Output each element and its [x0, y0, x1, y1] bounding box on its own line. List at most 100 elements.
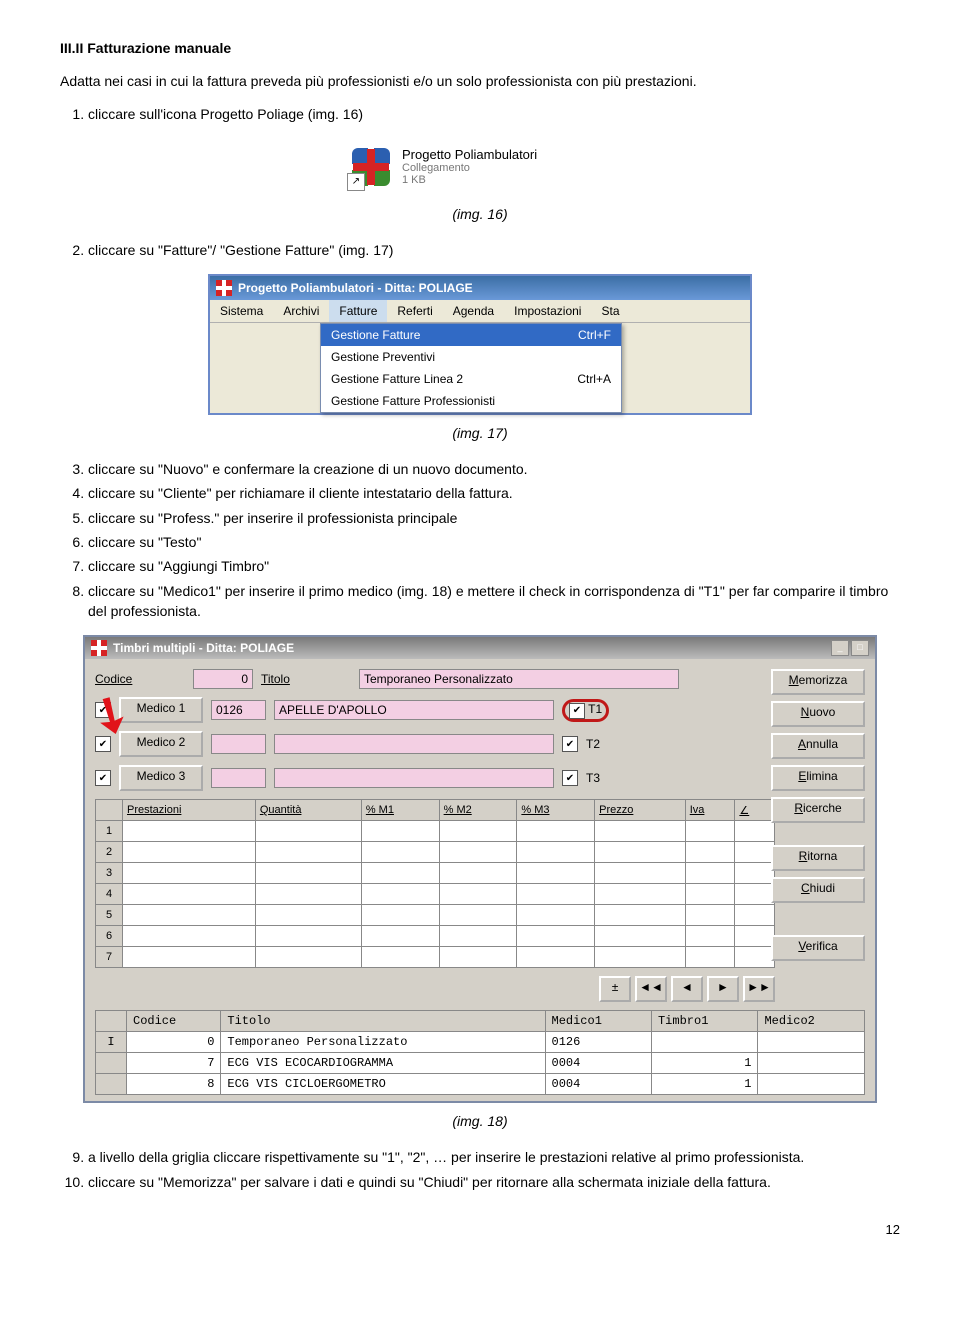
- col-angle[interactable]: ∠: [735, 800, 775, 821]
- nav-first[interactable]: ◄◄: [635, 976, 667, 1002]
- nuovo-button[interactable]: Nuovo: [771, 701, 865, 727]
- fatture-dropdown: Gestione Fatture Ctrl+F Gestione Prevent…: [320, 323, 622, 413]
- ricerche-button[interactable]: Ricerche: [771, 797, 865, 823]
- verifica-button[interactable]: Verifica: [771, 935, 865, 961]
- medico3-code-field[interactable]: [211, 768, 266, 788]
- grid-row-7[interactable]: 7: [96, 947, 123, 968]
- nav-next[interactable]: ►: [707, 976, 739, 1002]
- menu-fatture[interactable]: Fatture: [329, 300, 387, 322]
- dropdown-gestione-fatture-linea2[interactable]: Gestione Fatture Linea 2 Ctrl+A: [321, 368, 621, 390]
- timbri-window-title: Timbri multipli - Ditta: POLIAGE: [113, 641, 294, 655]
- medico2-code-field[interactable]: [211, 734, 266, 754]
- menu-sistema[interactable]: Sistema: [210, 300, 273, 322]
- shortcut-size: 1 KB: [402, 174, 537, 186]
- grid-row-5[interactable]: 5: [96, 905, 123, 926]
- maximize-button[interactable]: □: [851, 640, 869, 656]
- step-7: cliccare su "Aggiungi Timbro": [88, 556, 900, 576]
- medico3-button[interactable]: Medico 3: [119, 765, 203, 791]
- prestazioni-grid: Prestazioni Quantità % M1 % M2 % M3 Prez…: [95, 799, 865, 1002]
- medico1-code-field[interactable]: 0126: [211, 700, 266, 720]
- timbri-window: Timbri multipli - Ditta: POLIAGE _ □ ➘ M…: [83, 635, 877, 1103]
- step-8: cliccare su "Medico1" per inserire il pr…: [88, 581, 900, 622]
- bcol-timbro1[interactable]: Timbro1: [651, 1011, 757, 1032]
- medico3-checkbox[interactable]: ✔: [95, 770, 111, 786]
- step-3: cliccare su "Nuovo" e confermare la crea…: [88, 459, 900, 479]
- memorizza-button[interactable]: Memorizza: [771, 669, 865, 695]
- caption-18: (img. 18): [60, 1113, 900, 1129]
- titolo-field[interactable]: Temporaneo Personalizzato: [359, 669, 679, 689]
- app-icon: [91, 640, 107, 656]
- t3-checkbox[interactable]: ✔: [562, 770, 578, 786]
- medico3-name-field[interactable]: [274, 768, 554, 788]
- elimina-button[interactable]: Elimina: [771, 765, 865, 791]
- t3-label: T3: [586, 771, 600, 785]
- t1-checkbox[interactable]: ✔: [569, 703, 585, 719]
- dropdown-gestione-preventivi[interactable]: Gestione Preventivi: [321, 346, 621, 368]
- t2-label: T2: [586, 737, 600, 751]
- grid-row-1[interactable]: 1: [96, 821, 123, 842]
- medico2-name-field[interactable]: [274, 734, 554, 754]
- grid-row-4[interactable]: 4: [96, 884, 123, 905]
- bcol-medico1[interactable]: Medico1: [545, 1011, 651, 1032]
- step-6: cliccare su "Testo": [88, 532, 900, 552]
- nav-last[interactable]: ►►: [743, 976, 775, 1002]
- shortcut-name: Progetto Poliambulatori: [402, 147, 537, 162]
- bottom-list: Codice Titolo Medico1 Timbro1 Medico2 I …: [95, 1010, 865, 1095]
- grid-row-2[interactable]: 2: [96, 842, 123, 863]
- nav-plusminus[interactable]: ±: [599, 976, 631, 1002]
- window-title: Progetto Poliambulatori - Ditta: POLIAGE: [238, 281, 473, 295]
- page-number: 12: [60, 1222, 900, 1237]
- step-10: cliccare su "Memorizza" per salvare i da…: [88, 1172, 900, 1192]
- caption-16: (img. 16): [60, 206, 900, 222]
- t1-annotation-circle: ✔ T1: [562, 699, 609, 722]
- menu-archivi[interactable]: Archivi: [273, 300, 329, 322]
- bcol-codice[interactable]: Codice: [127, 1011, 221, 1032]
- col-prezzo[interactable]: Prezzo: [595, 800, 686, 821]
- menu-sta[interactable]: Sta: [591, 300, 629, 322]
- t2-checkbox[interactable]: ✔: [562, 736, 578, 752]
- step-5: cliccare su "Profess." per inserire il p…: [88, 508, 900, 528]
- shortcut-type: Collegamento: [402, 162, 537, 174]
- dropdown-gestione-fatture-professionisti[interactable]: Gestione Fatture Professionisti: [321, 390, 621, 412]
- medico2-button[interactable]: Medico 2: [119, 731, 203, 757]
- dropdown-gestione-fatture[interactable]: Gestione Fatture Ctrl+F: [321, 324, 621, 346]
- shortcut-arrow-icon: ↗: [347, 173, 365, 191]
- menu-figure: Progetto Poliambulatori - Ditta: POLIAGE…: [208, 274, 752, 415]
- app-icon: [216, 280, 232, 296]
- menu-referti[interactable]: Referti: [387, 300, 442, 322]
- col-m2[interactable]: % M2: [439, 800, 517, 821]
- nav-prev[interactable]: ◄: [671, 976, 703, 1002]
- menubar: Sistema Archivi Fatture Referti Agenda I…: [210, 300, 750, 323]
- grid-row-6[interactable]: 6: [96, 926, 123, 947]
- menu-agenda[interactable]: Agenda: [443, 300, 504, 322]
- bcol-medico2[interactable]: Medico2: [758, 1011, 865, 1032]
- annulla-button[interactable]: Annulla: [771, 733, 865, 759]
- medico1-name-field[interactable]: APELLE D'APOLLO: [274, 700, 554, 720]
- bottom-row[interactable]: 7 ECG VIS ECOCARDIOGRAMMA 0004 1: [96, 1053, 865, 1074]
- menu-impostazioni[interactable]: Impostazioni: [504, 300, 591, 322]
- minimize-button[interactable]: _: [831, 640, 849, 656]
- step-4: cliccare su "Cliente" per richiamare il …: [88, 483, 900, 503]
- bcol-titolo[interactable]: Titolo: [221, 1011, 545, 1032]
- col-m3[interactable]: % M3: [517, 800, 595, 821]
- grid-row-3[interactable]: 3: [96, 863, 123, 884]
- codice-field[interactable]: 0: [193, 669, 253, 689]
- shortcut-figure: ↗ Progetto Poliambulatori Collegamento 1…: [344, 142, 616, 192]
- col-iva[interactable]: Iva: [685, 800, 735, 821]
- app-shortcut-icon: ↗: [350, 146, 392, 188]
- step-9: a livello della griglia cliccare rispett…: [88, 1147, 900, 1167]
- chiudi-button[interactable]: Chiudi: [771, 877, 865, 903]
- intro-paragraph: Adatta nei casi in cui la fattura preved…: [60, 72, 900, 92]
- step-1: cliccare sull'icona Progetto Poliage (im…: [88, 104, 900, 124]
- ritorna-button[interactable]: Ritorna: [771, 845, 865, 871]
- col-quantita[interactable]: Quantità: [255, 800, 361, 821]
- col-m1[interactable]: % M1: [361, 800, 439, 821]
- titolo-label: Titolo: [261, 672, 351, 686]
- bottom-row[interactable]: 8 ECG VIS CICLOERGOMETRO 0004 1: [96, 1074, 865, 1095]
- caption-17: (img. 17): [60, 425, 900, 441]
- section-title: III.II Fatturazione manuale: [60, 40, 900, 56]
- step-2: cliccare su "Fatture"/ "Gestione Fatture…: [88, 240, 900, 260]
- col-prestazioni[interactable]: Prestazioni: [123, 800, 256, 821]
- bottom-row[interactable]: I 0 Temporaneo Personalizzato 0126: [96, 1032, 865, 1053]
- t1-label: T1: [588, 702, 602, 716]
